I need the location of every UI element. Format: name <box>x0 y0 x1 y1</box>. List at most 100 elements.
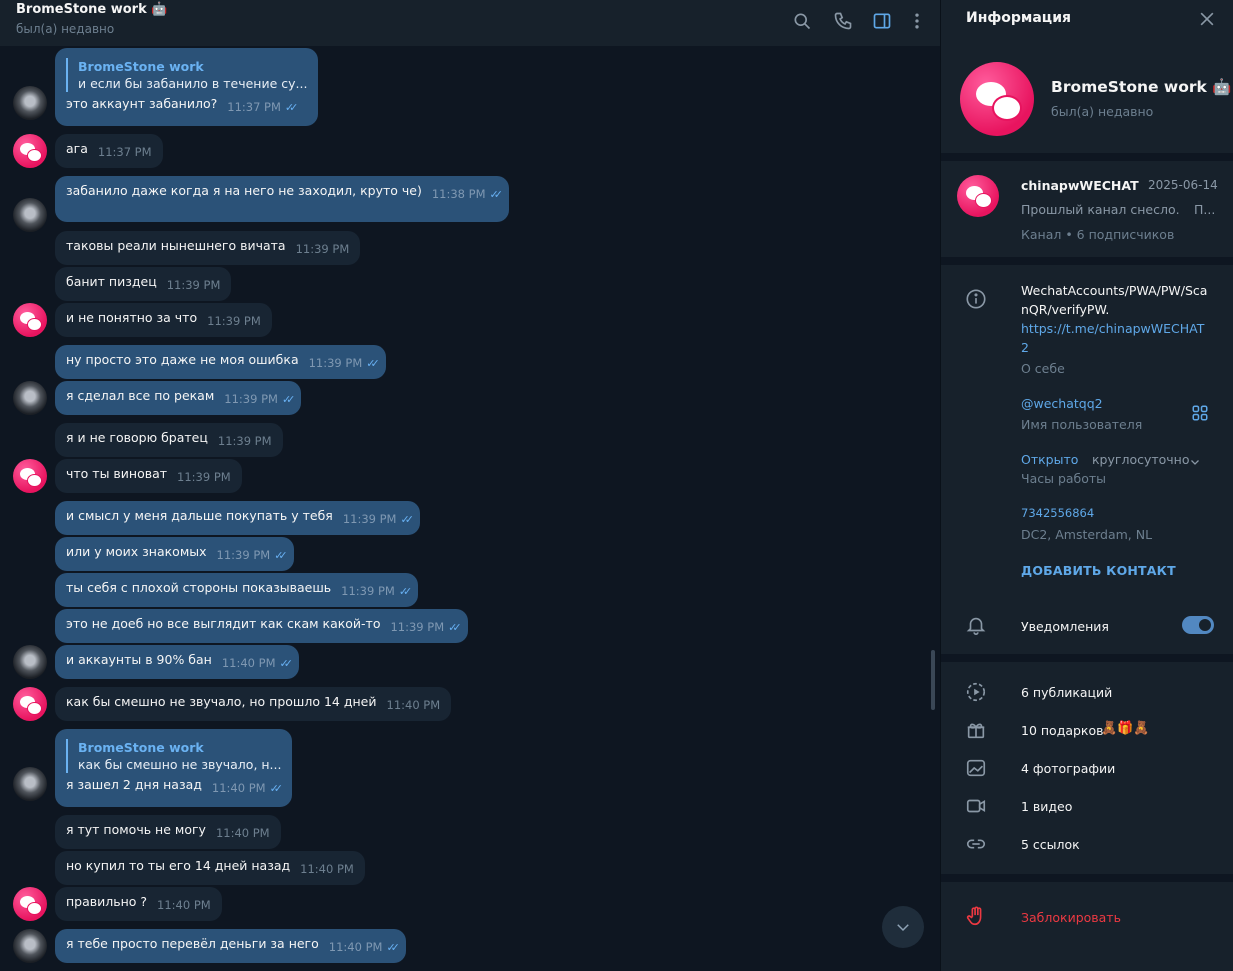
sender-avatar[interactable] <box>13 767 47 801</box>
incoming-message[interactable]: ага 11:37 PM <box>55 134 163 168</box>
stories-icon <box>965 681 989 705</box>
message-row: я и не говорю братец 11:39 PM <box>0 423 940 457</box>
message-line: я зашел 2 дня назад 11:40 PM ✓✓ <box>66 777 283 795</box>
double-check-icon: ✓✓ <box>279 657 294 670</box>
message-meta: 11:39 PM <box>296 241 350 257</box>
sidebar-toggle-icon[interactable] <box>869 8 895 34</box>
divider <box>941 257 1233 265</box>
message-time: 11:40 PM <box>157 898 211 912</box>
sender-avatar[interactable] <box>13 687 47 721</box>
incoming-message[interactable]: таковы реали нынешнего вичата 11:39 PM <box>55 231 361 265</box>
reply-quote[interactable]: BromeStone work как бы смешно не звучало,… <box>66 739 281 773</box>
hand-stop-icon <box>965 905 989 929</box>
message-meta: 11:39 PM <box>167 277 221 293</box>
incoming-message[interactable]: я тут помочь не могу 11:40 PM <box>55 815 281 849</box>
phone-value[interactable]: 7342556864 <box>1021 504 1094 523</box>
outgoing-message[interactable]: и смысл у меня дальше покупать у тебя 11:… <box>55 501 420 535</box>
outgoing-message[interactable]: ну просто это даже не моя ошибка 11:39 PM… <box>55 345 386 379</box>
channel-date: 2025-06-14 <box>1148 178 1218 192</box>
double-check-icon: ✓✓ <box>274 549 288 562</box>
outgoing-message[interactable]: это не доеб но все выглядит как скам как… <box>55 609 468 643</box>
reply-quote[interactable]: BromeStone work и если бы забанило в тече… <box>66 58 307 92</box>
double-check-icon: ✓✓ <box>448 621 462 634</box>
bio-link[interactable]: https://t.me/chinapwWECHAT <box>1021 319 1204 338</box>
outgoing-message[interactable]: я тебе просто перевёл деньги за него 11:4… <box>55 929 406 963</box>
incoming-message[interactable]: что ты виноват 11:39 PM <box>55 459 242 493</box>
reply-author: BromeStone work <box>78 740 204 755</box>
info-icon <box>965 288 989 312</box>
phone-icon[interactable] <box>830 8 856 34</box>
bio-link-end[interactable]: 2 <box>1021 338 1029 357</box>
incoming-message[interactable]: банит пиздец 11:39 PM <box>55 267 232 301</box>
message-row: это не доеб но все выглядит как скам как… <box>0 609 940 643</box>
gifts-count: 10 подарков <box>1021 723 1104 738</box>
dc-location: DC2, Amsterdam, NL <box>1021 527 1153 542</box>
sender-avatar[interactable] <box>13 198 47 232</box>
hours-label: Часы работы <box>1021 471 1107 486</box>
divider <box>941 874 1233 882</box>
sender-avatar[interactable] <box>13 929 47 963</box>
videos-count: 1 видео <box>1021 799 1073 814</box>
message-line: как бы смешно не звучало, но прошло 14 д… <box>66 694 440 712</box>
profile-avatar[interactable] <box>960 62 1034 136</box>
hours-status[interactable]: Открыто <box>1021 450 1078 469</box>
message-text: но купил то ты его 14 дней назад <box>66 858 291 873</box>
sender-avatar[interactable] <box>13 303 47 337</box>
message-meta: 11:39 PM ✓✓ <box>224 391 295 408</box>
message-meta: 11:40 PM <box>300 861 354 877</box>
message-text: правильно ? <box>66 894 148 909</box>
more-icon[interactable] <box>904 8 930 34</box>
chat-pane: BromeStone work 🤖 был(а) недавно BromeSt… <box>0 0 940 971</box>
outgoing-message[interactable]: или у моих знакомых 11:39 PM ✓✓ <box>55 537 294 571</box>
scrollbar[interactable] <box>931 650 935 710</box>
bio-line-1: WechatAccounts/PWA/PW/Sca <box>1021 283 1208 298</box>
channel-preview: Прошлый канал снесло. <box>1021 202 1180 217</box>
message-line: таковы реали нынешнего вичата 11:39 PM <box>66 238 350 257</box>
message-text: ты себя с плохой стороны показываешь <box>66 580 332 595</box>
incoming-message[interactable]: правильно ? 11:40 PM <box>55 887 222 921</box>
outgoing-message[interactable]: BromeStone work и если бы забанило в тече… <box>55 48 319 126</box>
chat-status: был(а) недавно <box>16 22 115 36</box>
outgoing-message[interactable]: я сделал все по рекам 11:39 PM ✓✓ <box>55 381 302 415</box>
message-meta: 11:39 PM <box>218 433 272 449</box>
message-meta: 11:39 PM ✓✓ <box>309 355 380 372</box>
qr-code-icon[interactable] <box>1191 404 1211 424</box>
profile-status: был(а) недавно <box>1051 104 1154 119</box>
message-meta: 11:38 PM ✓✓ <box>432 186 503 203</box>
incoming-message[interactable]: как бы смешно не звучало, но прошло 14 д… <box>55 687 452 721</box>
message-text: и смысл у меня дальше покупать у тебя <box>66 508 333 523</box>
chat-header: BromeStone work 🤖 был(а) недавно <box>0 0 940 46</box>
message-text: это аккаунт забанило? <box>66 96 218 111</box>
incoming-message[interactable]: и не понятно за что 11:39 PM <box>55 303 272 337</box>
message-list[interactable]: BromeStone work и если бы забанило в тече… <box>0 46 940 971</box>
outgoing-message[interactable]: и аккаунты в 90% бан 11:40 PM ✓✓ <box>55 645 299 679</box>
chevron-down-icon[interactable] <box>1189 453 1201 465</box>
outgoing-message[interactable]: забанило даже когда я на него не заходил… <box>55 176 509 222</box>
outgoing-message[interactable]: ты себя с плохой стороны показываешь 11:3… <box>55 573 419 607</box>
scroll-down-button[interactable] <box>882 906 924 948</box>
close-icon[interactable] <box>1197 9 1217 29</box>
incoming-message[interactable]: я и не говорю братец 11:39 PM <box>55 423 283 457</box>
outgoing-message[interactable]: BromeStone work как бы смешно не звучало,… <box>55 729 293 807</box>
double-check-icon: ✓✓ <box>284 101 299 114</box>
sender-avatar[interactable] <box>13 887 47 921</box>
sender-avatar[interactable] <box>13 381 47 415</box>
notifications-toggle[interactable] <box>1182 616 1214 634</box>
sender-avatar[interactable] <box>13 134 47 168</box>
add-contact-button[interactable]: ДОБАВИТЬ КОНТАКТ <box>1021 561 1176 580</box>
hours-value[interactable]: круглосуточно <box>1092 450 1190 469</box>
reply-text: и если бы забанило в течение су... <box>78 76 308 91</box>
incoming-message[interactable]: но купил то ты его 14 дней назад 11:40 PM <box>55 851 365 885</box>
chat-title[interactable]: BromeStone work 🤖 <box>16 2 167 17</box>
sender-avatar[interactable] <box>13 459 47 493</box>
sender-avatar[interactable] <box>13 645 47 679</box>
search-icon[interactable] <box>789 8 815 34</box>
message-row: ну просто это даже не моя ошибка 11:39 PM… <box>0 345 940 379</box>
message-meta: 11:39 PM ✓✓ <box>343 511 414 528</box>
message-row: банит пиздец 11:39 PM <box>0 267 940 301</box>
block-button[interactable]: Заблокировать <box>1021 908 1121 927</box>
sender-avatar[interactable] <box>13 86 47 120</box>
username-value[interactable]: @wechatqq2 <box>1021 394 1103 413</box>
message-line: и смысл у меня дальше покупать у тебя 11:… <box>66 508 414 528</box>
links-count: 5 ссылок <box>1021 837 1080 852</box>
